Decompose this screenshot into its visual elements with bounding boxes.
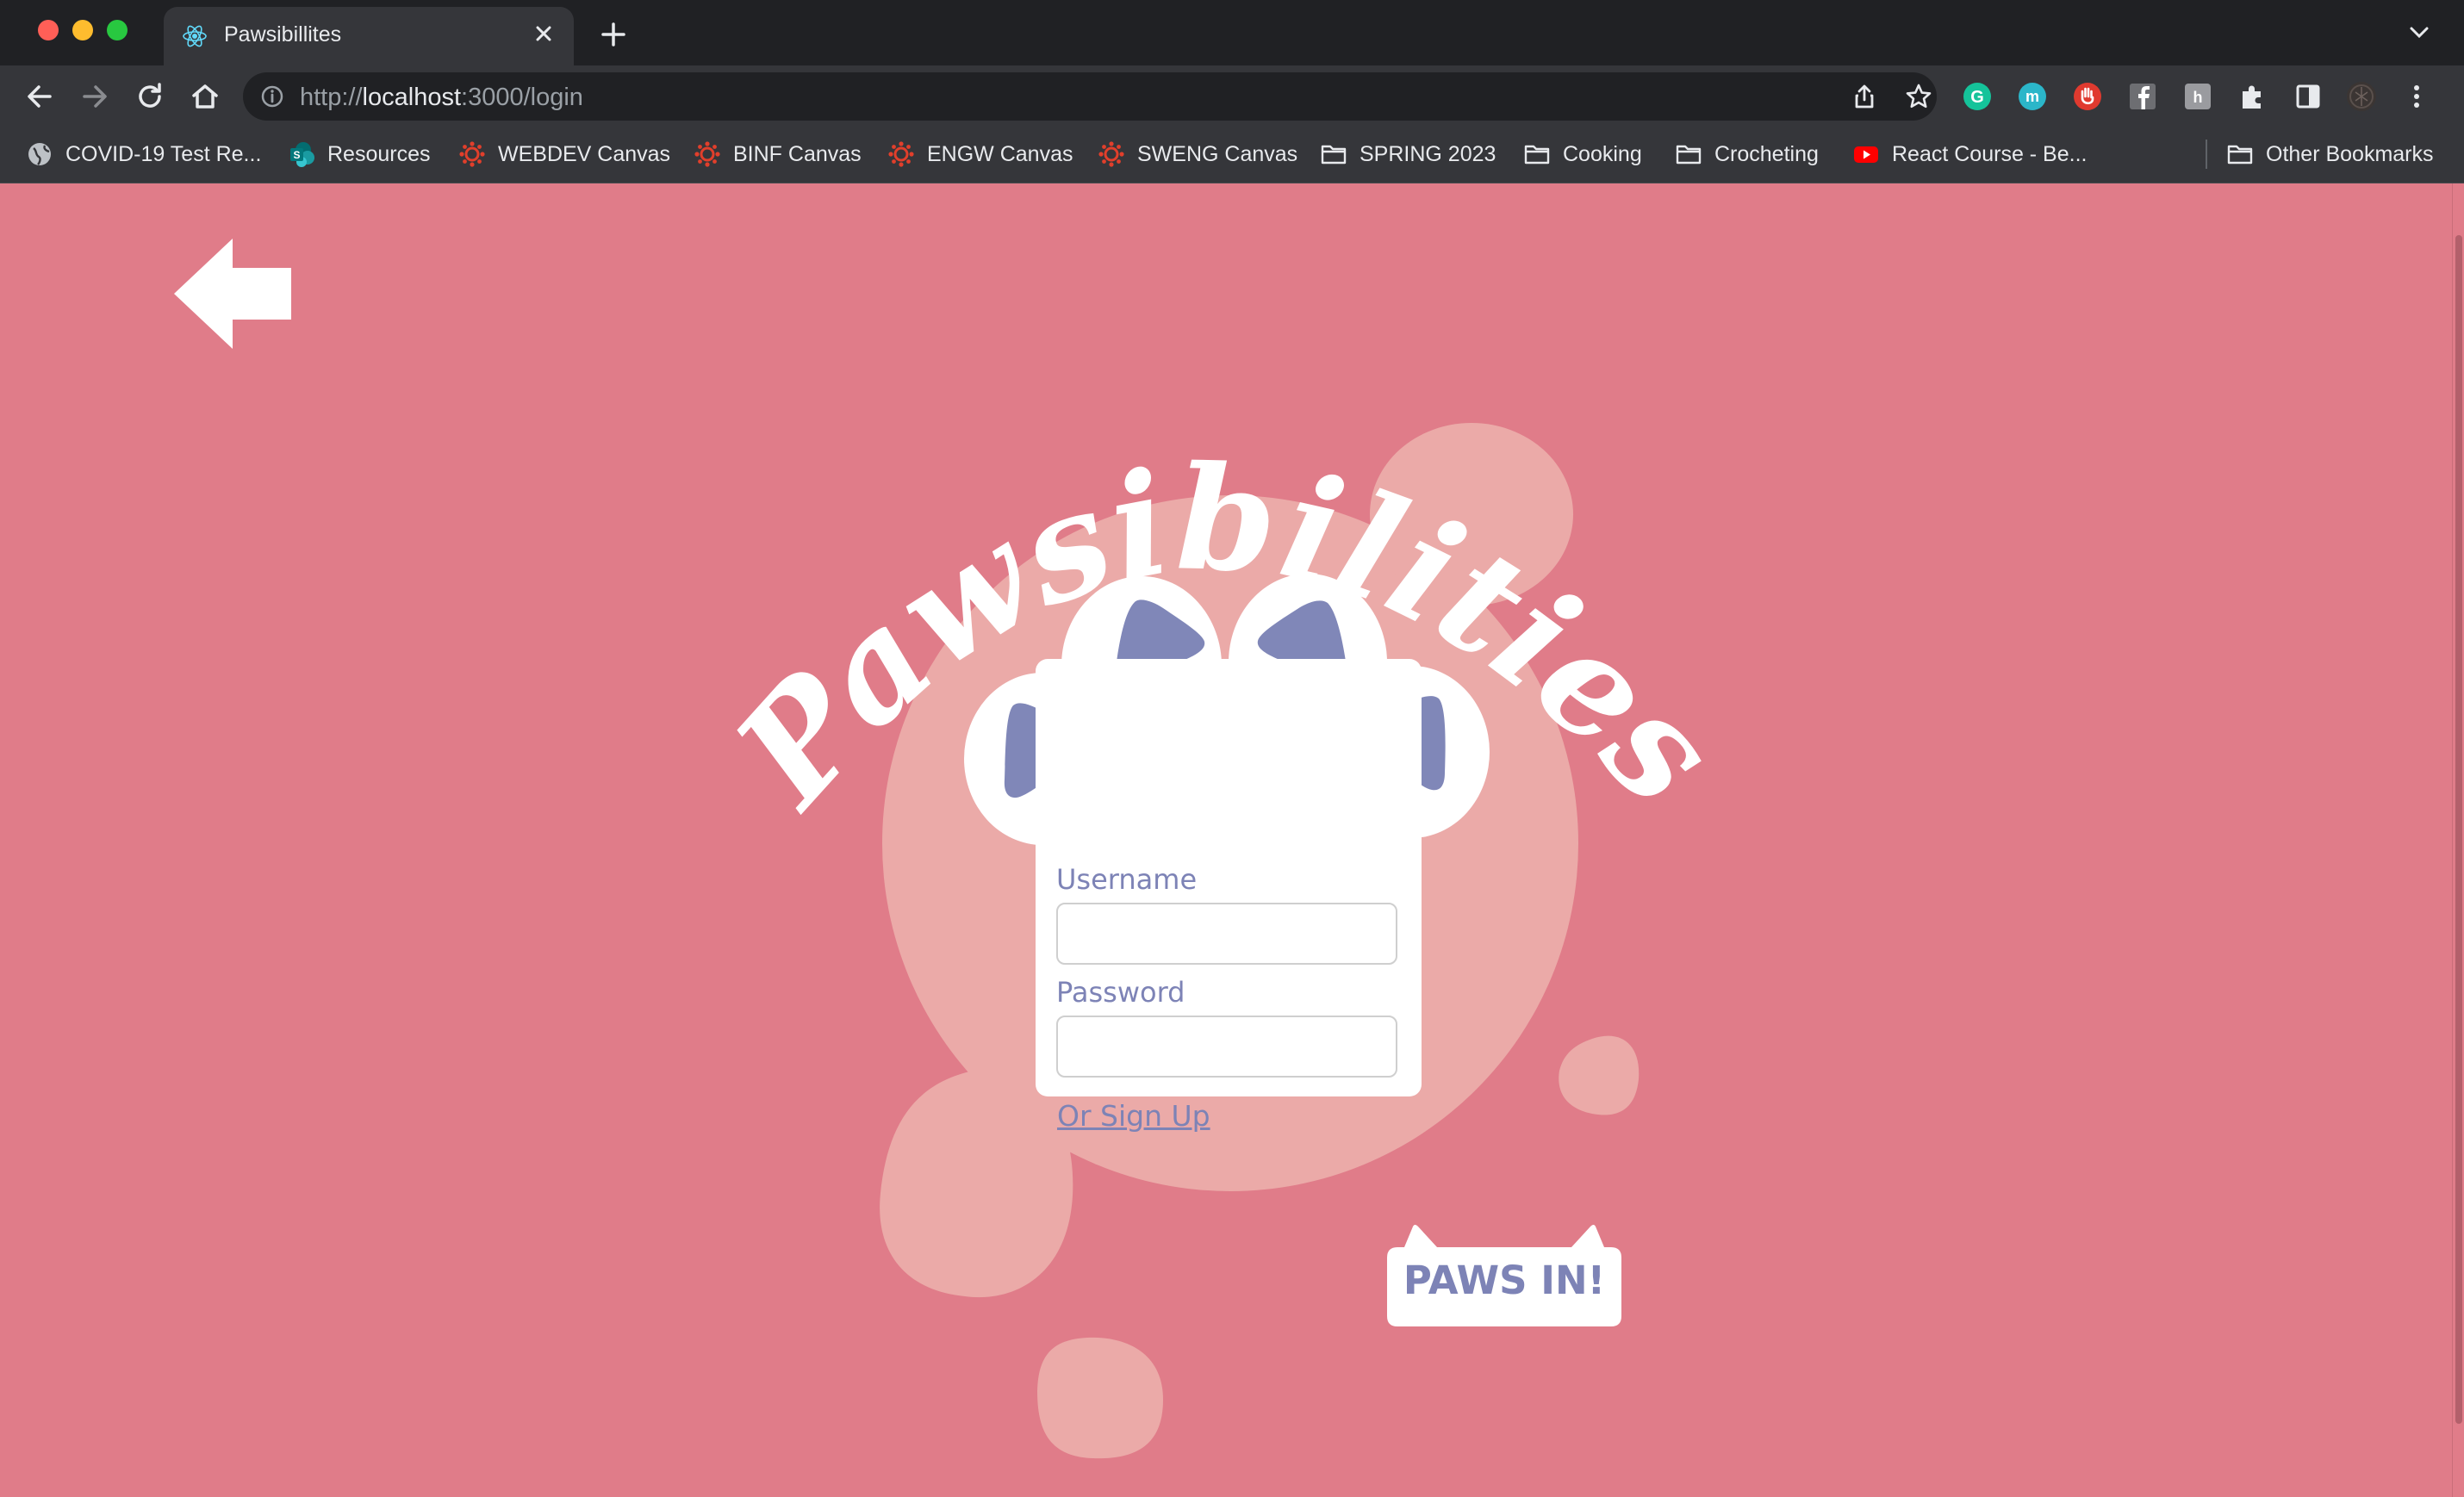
bookmark-binf-canvas[interactable]: BINF Canvas — [694, 138, 862, 171]
decor-blob-small — [1559, 1035, 1640, 1115]
bookmark-folder-spring-2023[interactable]: SPRING 2023 — [1320, 138, 1496, 171]
page-scrollbar[interactable] — [2452, 183, 2464, 1497]
maximize-window-button[interactable] — [107, 20, 128, 40]
bookmark-label: WEBDEV Canvas — [498, 141, 671, 166]
scroll-thumb[interactable] — [2455, 235, 2462, 1424]
bookmark-label: COVID-19 Test Re... — [65, 141, 262, 166]
canvas-icon — [694, 141, 720, 167]
bookmark-engw-canvas[interactable]: ENGW Canvas — [887, 138, 1073, 171]
username-input[interactable] — [1056, 903, 1397, 965]
bookmark-label: BINF Canvas — [733, 141, 862, 166]
canvas-icon — [888, 141, 914, 167]
bookmark-covid-test[interactable]: COVID-19 Test Re... — [26, 138, 261, 171]
password-input[interactable] — [1056, 1016, 1397, 1078]
bookmark-webdev-canvas[interactable]: WEBDEV Canvas — [458, 138, 670, 171]
address-bar[interactable]: http://localhost:3000/login — [243, 72, 1937, 121]
side-panel-icon[interactable] — [2292, 80, 2324, 113]
bookmark-resources[interactable]: S Resources — [288, 138, 431, 171]
bookmark-react-course[interactable]: React Course - Be... — [1852, 138, 2087, 171]
username-label: Username — [1056, 863, 1198, 896]
bookmark-label: React Course - Be... — [1892, 141, 2088, 166]
back-arrow-icon[interactable] — [172, 237, 295, 351]
m-extension-icon[interactable]: m — [2016, 80, 2049, 113]
youtube-icon — [1854, 146, 1878, 163]
blocker-hand-icon[interactable] — [2071, 80, 2104, 113]
grammarly-icon[interactable]: G — [1961, 80, 1994, 113]
sign-up-link[interactable]: Or Sign Up — [1057, 1099, 1210, 1133]
close-tab-icon[interactable] — [529, 19, 558, 48]
bookmark-folder-crocheting[interactable]: Crocheting — [1675, 138, 1819, 171]
bookmark-folder-cooking[interactable]: Cooking — [1523, 138, 1642, 171]
bookmark-label: ENGW Canvas — [927, 141, 1073, 166]
extensions-puzzle-icon[interactable] — [2237, 80, 2269, 113]
url-scheme: http:// — [300, 84, 363, 111]
sharepoint-icon: S — [290, 142, 314, 167]
tab-strip: Pawsibillites — [0, 0, 2464, 65]
folder-icon — [2227, 145, 2253, 165]
bookmark-label: Crocheting — [1714, 141, 1819, 166]
bookmark-label: Other Bookmarks — [2266, 141, 2434, 166]
tab-title: Pawsibillites — [224, 22, 342, 47]
bookmark-sweng-canvas[interactable]: SWENG Canvas — [1098, 138, 1297, 171]
minimize-window-button[interactable] — [72, 20, 93, 40]
browser-toolbar: http://localhost:3000/login G m h — [0, 65, 2464, 127]
bookmark-label: SPRING 2023 — [1360, 141, 1496, 166]
password-label: Password — [1056, 976, 1185, 1009]
close-window-button[interactable] — [38, 20, 59, 40]
new-tab-icon[interactable] — [598, 19, 629, 50]
canvas-icon — [459, 141, 485, 167]
bookmarks-divider — [2206, 140, 2207, 169]
forward-icon[interactable] — [78, 79, 112, 114]
back-icon[interactable] — [22, 79, 57, 114]
decor-blob-left — [880, 1067, 1073, 1298]
bookmarks-bar: COVID-19 Test Re... S Resources WEBDEV C… — [0, 127, 2464, 183]
folder-icon — [1676, 145, 1702, 165]
canvas-icon — [1098, 141, 1124, 167]
bookmark-star-icon[interactable] — [1904, 82, 1933, 111]
bookmark-label: Cooking — [1563, 141, 1642, 166]
url-text: http://localhost:3000/login — [300, 84, 583, 112]
bookmark-folder-other[interactable]: Other Bookmarks — [2226, 138, 2434, 171]
url-host: localhost — [362, 84, 462, 111]
site-info-icon[interactable] — [260, 84, 284, 109]
paws-in-button[interactable]: PAWS IN! — [1387, 1220, 1621, 1326]
decor-blob-bottom — [1037, 1337, 1163, 1459]
reload-icon[interactable] — [133, 79, 167, 114]
more-options-icon[interactable] — [2400, 80, 2433, 113]
bookmark-label: SWENG Canvas — [1137, 141, 1298, 166]
url-path: :3000/login — [461, 84, 583, 111]
svg-text:S: S — [293, 149, 300, 161]
paws-in-label: PAWS IN! — [1403, 1258, 1606, 1303]
hack-extension-icon[interactable]: h — [2181, 80, 2214, 113]
browser-tab-active[interactable]: Pawsibillites — [164, 7, 574, 65]
svg-text:h: h — [2193, 89, 2203, 106]
chevron-down-icon[interactable] — [2407, 24, 2431, 41]
globe-icon — [28, 143, 51, 165]
profile-avatar-icon[interactable] — [2345, 80, 2378, 113]
share-icon[interactable] — [1851, 83, 1878, 110]
folder-icon — [1321, 145, 1347, 165]
svg-text:G: G — [1970, 88, 1984, 107]
bookmark-label: Resources — [327, 141, 431, 166]
login-card: Username Password — [1036, 659, 1422, 1096]
facebook-icon[interactable] — [2126, 80, 2159, 113]
react-icon — [183, 25, 207, 47]
svg-text:m: m — [2025, 88, 2039, 105]
folder-icon — [1524, 145, 1550, 165]
home-icon[interactable] — [188, 79, 222, 114]
